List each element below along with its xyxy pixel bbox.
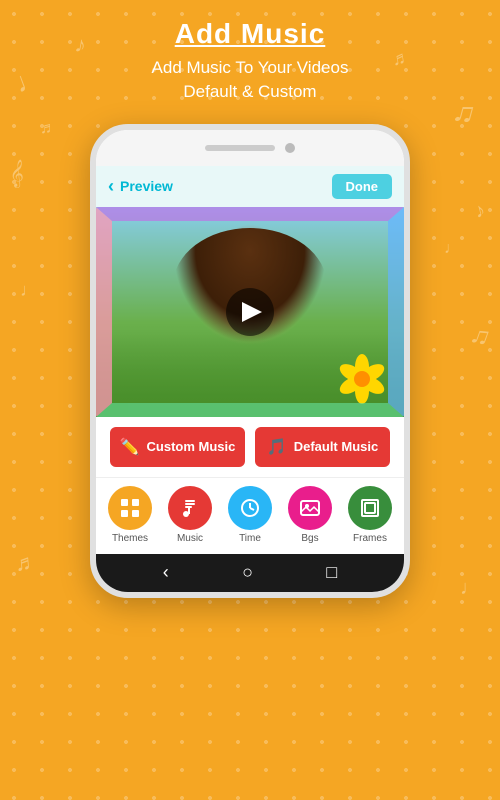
default-music-button[interactable]: 🎵 Default Music — [255, 427, 390, 467]
bgs-label: Bgs — [301, 533, 318, 544]
play-icon — [242, 302, 262, 322]
phone-speaker — [205, 145, 275, 151]
subtitle-line2: Default & Custom — [183, 82, 316, 101]
done-button[interactable]: Done — [332, 174, 393, 199]
android-recent-button[interactable]: □ — [326, 562, 337, 583]
themes-label: Themes — [112, 533, 148, 544]
themes-circle — [108, 486, 152, 530]
nav-item-music[interactable]: Music — [160, 486, 220, 544]
subtitle-line1: Add Music To Your Videos — [152, 58, 349, 77]
frames-label: Frames — [353, 533, 387, 544]
custom-music-button[interactable]: ✏️ Custom Music — [110, 427, 245, 467]
nav-item-time[interactable]: Time — [220, 486, 280, 544]
android-nav-bar: ‹ ○ □ — [96, 554, 404, 592]
time-circle — [228, 486, 272, 530]
custom-music-label: Custom Music — [147, 439, 236, 454]
nav-item-themes[interactable]: Themes — [100, 486, 160, 544]
pencil-icon: ✏️ — [120, 437, 140, 457]
time-label: Time — [239, 533, 261, 544]
music-note-icon: 🎵 — [267, 437, 287, 457]
nav-item-frames[interactable]: Frames — [340, 486, 400, 544]
music-label: Music — [177, 533, 203, 544]
chevron-left-icon: ‹ — [108, 176, 114, 197]
preview-label: Preview — [120, 178, 173, 194]
default-music-label: Default Music — [294, 439, 379, 454]
bgs-circle — [288, 486, 332, 530]
android-back-button[interactable]: ‹ — [163, 562, 169, 583]
music-buttons-row: ✏️ Custom Music 🎵 Default Music — [96, 417, 404, 477]
android-home-button[interactable]: ○ — [242, 562, 253, 583]
phone-mockup: ‹ Preview Done — [90, 124, 410, 598]
phone-camera — [285, 143, 295, 153]
video-preview-area — [96, 207, 404, 417]
main-title: Add Music — [20, 18, 480, 50]
phone-wrapper: ‹ Preview Done — [0, 124, 500, 598]
music-circle — [168, 486, 212, 530]
app-header: ‹ Preview Done — [96, 166, 404, 207]
subtitle: Add Music To Your Videos Default & Custo… — [20, 56, 480, 104]
frames-circle — [348, 486, 392, 530]
phone-top-bar — [96, 130, 404, 166]
back-button[interactable]: ‹ Preview — [108, 176, 173, 197]
bottom-navigation: Themes Music — [96, 477, 404, 554]
flower-decoration — [332, 349, 392, 409]
play-button[interactable] — [226, 288, 274, 336]
nav-item-bgs[interactable]: Bgs — [280, 486, 340, 544]
top-section: Add Music Add Music To Your Videos Defau… — [0, 0, 500, 114]
